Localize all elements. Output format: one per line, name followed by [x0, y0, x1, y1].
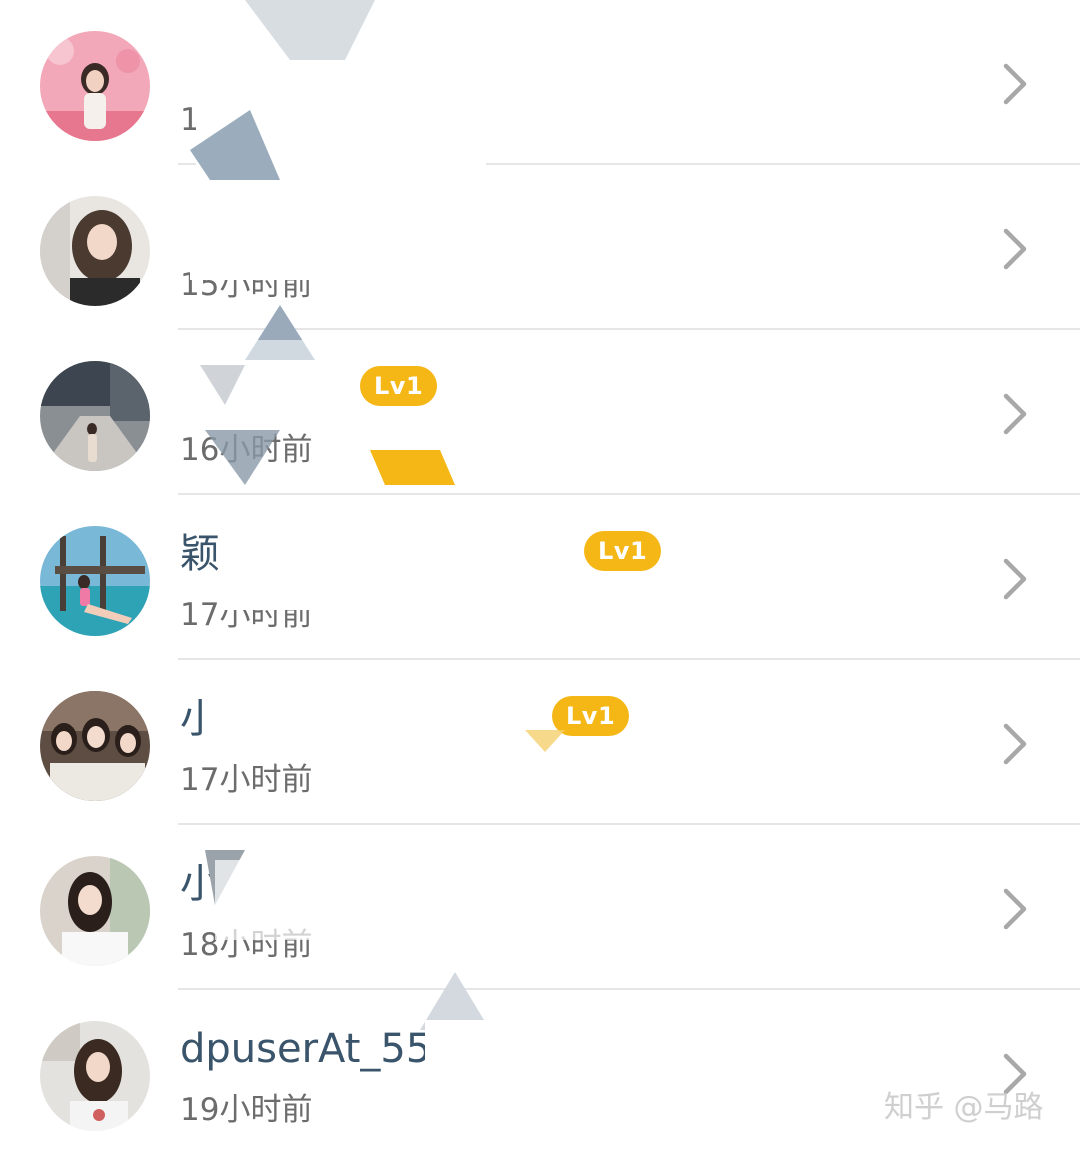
avatar[interactable] [40, 1021, 150, 1131]
timestamp: 17小时前 [180, 597, 313, 633]
avatar[interactable] [40, 31, 150, 141]
chevron-right-icon [1003, 63, 1027, 105]
list-item[interactable]: Lv1 16小时前 [0, 330, 1080, 495]
chevron-right-icon [1003, 228, 1027, 270]
avatar[interactable] [40, 196, 150, 306]
username: 小 [180, 696, 220, 742]
timestamp: 18小时前 [180, 927, 313, 963]
chevron-right-icon [1003, 888, 1027, 930]
timestamp: 1小时前 [180, 102, 293, 138]
avatar[interactable] [40, 526, 150, 636]
list-item[interactable]: 15小时前 [0, 165, 1080, 330]
watermark: 知乎 @马路 [884, 1090, 1044, 1125]
timestamp: 19小时前 [180, 1092, 313, 1128]
chevron-right-icon [1003, 558, 1027, 600]
avatar[interactable] [40, 691, 150, 801]
list-item[interactable]: 小 Lv1 17小时前 [0, 660, 1080, 825]
list-item[interactable]: 小 18小时前 [0, 825, 1080, 990]
level-badge: Lv1 [360, 366, 438, 406]
list-item[interactable]: dpuserAt_55 19小时前 [0, 990, 1080, 1155]
timestamp: 17小时前 [180, 762, 313, 798]
level-badge: Lv1 [584, 531, 662, 571]
username: 颖 [180, 531, 220, 577]
timestamp: 16小时前 [180, 432, 313, 468]
avatar[interactable] [40, 856, 150, 966]
timestamp: 15小时前 [180, 267, 313, 303]
avatar[interactable] [40, 361, 150, 471]
username: dpuserAt_55 [180, 1026, 432, 1072]
level-badge: Lv1 [552, 696, 630, 736]
contact-list: 1小时前 15小时前 Lv1 16小时前 颖 Lv1 17小时前 小 Lv1 1… [0, 0, 1080, 1152]
list-item[interactable]: 1小时前 [0, 0, 1080, 165]
chevron-right-icon [1003, 393, 1027, 435]
list-item[interactable]: 颖 Lv1 17小时前 [0, 495, 1080, 660]
chevron-right-icon [1003, 723, 1027, 765]
username: 小 [180, 861, 220, 907]
